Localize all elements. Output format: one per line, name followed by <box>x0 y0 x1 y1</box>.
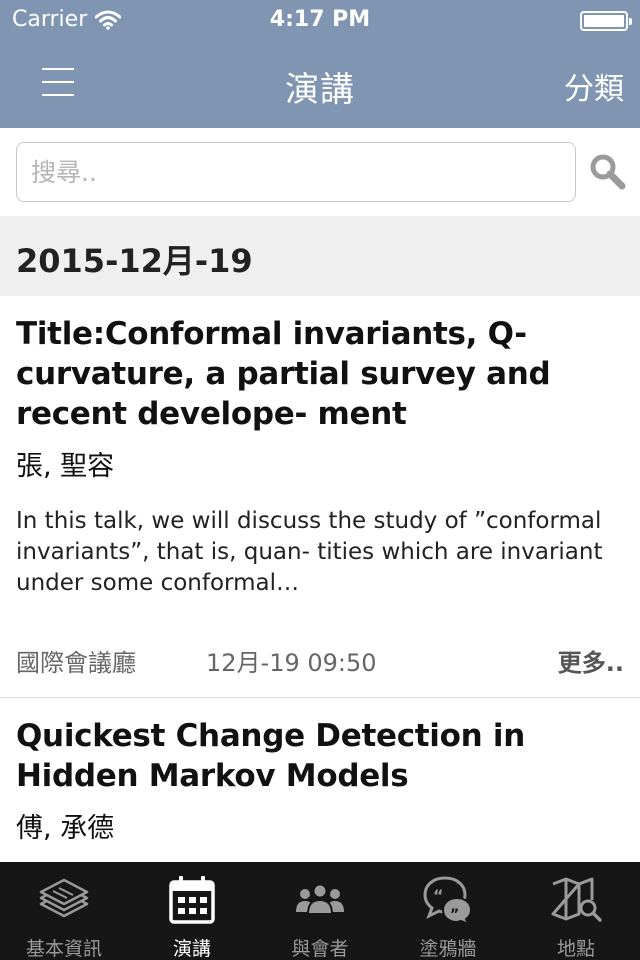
status-bar: Carrier 4:17 PM <box>0 0 640 40</box>
tab-label: 演講 <box>172 938 211 960</box>
battery-icon <box>580 11 632 31</box>
people-icon <box>296 883 344 915</box>
tab-location[interactable]: 地點 <box>512 862 640 960</box>
header: Carrier 4:17 PM 演講 分類 <box>0 0 640 128</box>
calendar-icon <box>169 876 215 924</box>
talk-title: Quickest Change Detection in Hidden Mark… <box>16 718 525 794</box>
tab-attendees[interactable]: 與會者 <box>256 862 384 960</box>
status-time: 4:17 PM <box>269 7 371 32</box>
more-button[interactable]: 更多.. <box>558 643 624 678</box>
search-icon <box>590 154 626 190</box>
svg-text:“: “ <box>433 886 444 905</box>
tab-bar: 基本資訊 演講 與會者 “ ” 塗鴉牆 地點 <box>0 862 640 960</box>
search-button[interactable] <box>588 152 628 192</box>
tab-label: 塗鴉牆 <box>419 938 477 960</box>
talks-screen: Carrier 4:17 PM 演講 分類 搜尋.. 2015-12月-19 T… <box>0 0 640 960</box>
tab-label: 與會者 <box>291 938 349 960</box>
talk-meta: 國際會議廳 12月-19 09:50 更多.. <box>16 621 624 697</box>
talk-abstract: In this talk, we will discuss the study … <box>16 508 603 596</box>
tab-label: 基本資訊 <box>25 938 102 960</box>
talk-speaker: 傅, 承德 <box>16 813 115 844</box>
talk-location: 國際會議廳 <box>16 649 136 677</box>
talk-time: 12月-19 09:50 <box>206 649 377 677</box>
page-title: 演講 <box>285 70 355 110</box>
date-section-header: 2015-12月-19 <box>0 216 640 296</box>
newspaper-icon <box>39 878 89 918</box>
chat-bubbles-icon: “ ” <box>423 876 473 926</box>
tab-wall[interactable]: “ ” 塗鴉牆 <box>384 862 512 960</box>
talk-list[interactable]: 2015-12月-19 Title:Conformal invariants, … <box>0 216 640 862</box>
talk-item[interactable]: Title:Conformal invariants, Q-curvature,… <box>0 296 640 698</box>
tab-basic-info[interactable]: 基本資訊 <box>0 862 128 960</box>
search-bar <box>0 128 640 216</box>
search-input[interactable] <box>16 142 576 202</box>
tab-label: 地點 <box>556 938 595 960</box>
talk-speaker: 張, 聖容 <box>16 451 115 482</box>
category-button[interactable]: 分類 <box>564 64 624 108</box>
talk-title: Title:Conformal invariants, Q-curvature,… <box>16 316 551 432</box>
talk-item[interactable]: Quickest Change Detection in Hidden Mark… <box>0 698 640 846</box>
nav-bar: 演講 分類 <box>0 40 640 128</box>
map-icon <box>551 877 602 922</box>
tab-talks[interactable]: 演講 <box>128 862 256 960</box>
svg-text:”: ” <box>450 907 459 923</box>
